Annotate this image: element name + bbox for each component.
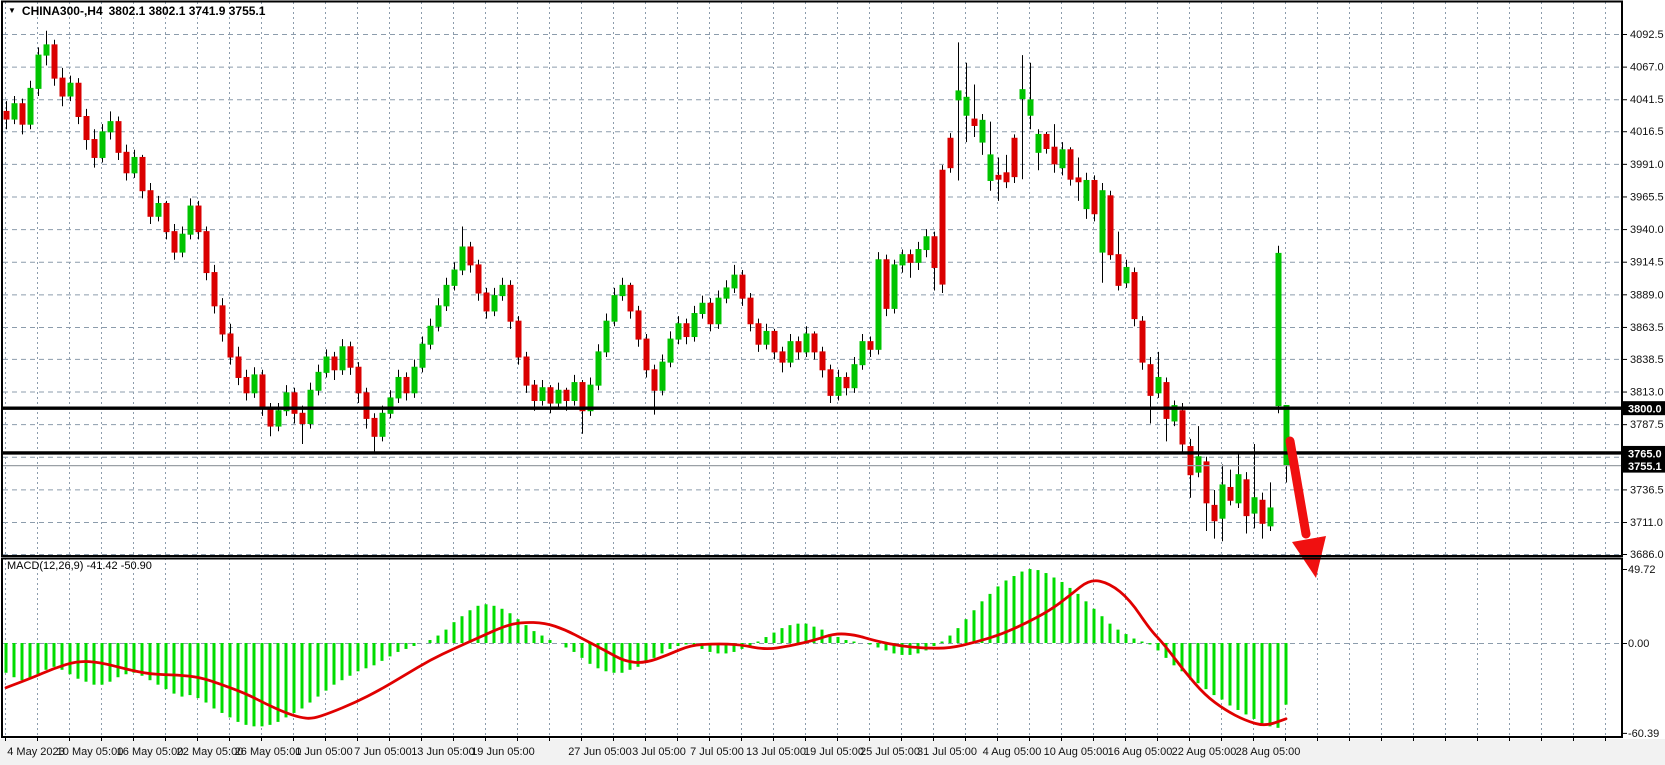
time-axis-label: 16 May 05:00 [117,746,184,758]
price-axis-label: 3686.0 [1630,549,1664,561]
price-axis-label: 3914.5 [1630,257,1664,269]
time-axis-label: 27 Jun 05:00 [568,746,632,758]
price-axis-label: 4016.5 [1630,126,1664,138]
chart-canvas[interactable]: 4092.5 4067.0 4041.5 4016.5 3991.0 3965.5 3940… [0,0,1665,765]
time-axis-label: 31 Jul 05:00 [917,746,977,758]
price-tag-label: 3755.1 [1628,461,1662,473]
price-axis-label: 4041.5 [1630,94,1664,106]
time-axis-label: 19 Jul 05:00 [804,746,864,758]
macd-axis-label: 49.72 [1628,564,1656,576]
time-axis-label: 13 Jun 05:00 [411,746,475,758]
time-axis-label: 19 Jun 05:00 [471,746,535,758]
symbol-period-label: CHINA300-,H4 [22,4,103,18]
time-axis-label: 10 Aug 05:00 [1044,746,1109,758]
trading-chart-window: 4092.5 4067.0 4041.5 4016.5 3991.0 3965.5 3940… [0,0,1665,765]
time-axis-label: 13 Jul 05:00 [746,746,806,758]
time-axis-label: 28 Aug 05:00 [1236,746,1301,758]
symbol-marker-icon: ▼ [8,6,16,15]
price-axis-label: 4092.5 [1630,29,1664,41]
price-axis-label: 4067.0 [1630,62,1664,74]
price-axis-label: 3991.0 [1630,159,1664,171]
chart-title: ▼ CHINA300-,H4 3802.1 3802.1 3741.9 3755… [8,4,265,18]
price-tag-label: 3800.0 [1628,404,1662,416]
price-axis-label: 3863.5 [1630,322,1664,334]
time-axis-label: 22 May 05:00 [177,746,244,758]
time-axis-label: 25 Jul 05:00 [860,746,920,758]
macd-axis-label: 0.00 [1628,638,1649,650]
time-axis-label: 1 Jun 05:00 [295,746,353,758]
price-axis-label: 3736.5 [1630,484,1664,496]
price-axis-label: 3965.5 [1630,191,1664,203]
price-axis-label: 3838.5 [1630,354,1664,366]
time-axis-label: 4 Aug 05:00 [983,746,1042,758]
ohlc-readout: 3802.1 3802.1 3741.9 3755.1 [109,4,266,18]
time-axis-label: 26 May 05:00 [235,746,302,758]
time-axis-label: 22 Aug 05:00 [1172,746,1237,758]
time-axis-label: 16 Aug 05:00 [1108,746,1173,758]
macd-indicator-label: MACD(12,26,9) -41.42 -50.90 [7,560,152,572]
time-axis[interactable]: 4 May 202310 May 05:0016 May 05:0022 May… [7,746,1300,758]
price-axis-label: 3940.0 [1630,224,1664,236]
time-axis-label: 10 May 05:00 [57,746,124,758]
time-axis-label: 7 Jul 05:00 [690,746,744,758]
price-axis-label: 3889.0 [1630,289,1664,301]
macd-axis-label: -60.39 [1628,728,1659,740]
price-axis-label: 3787.5 [1630,419,1664,431]
price-axis-label: 3711.0 [1630,517,1663,529]
price-axis-label: 3813.0 [1630,387,1664,399]
time-axis-label: 3 Jul 05:00 [632,746,686,758]
time-axis-label: 7 Jun 05:00 [354,746,412,758]
